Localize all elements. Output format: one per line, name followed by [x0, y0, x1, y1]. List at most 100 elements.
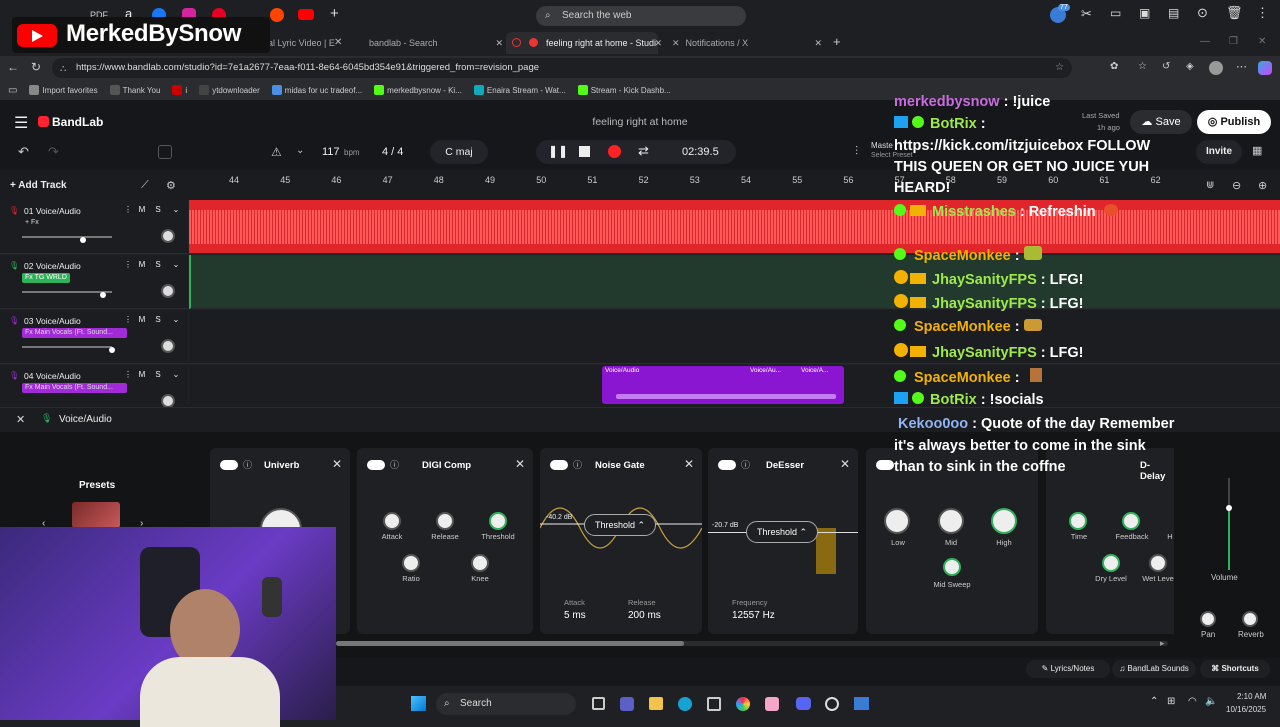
track-menu-icon[interactable]: ⋮ — [122, 315, 134, 324]
bpm-value[interactable]: 117 — [322, 146, 340, 158]
chevron-right-icon[interactable]: ▸ — [1160, 638, 1165, 649]
close-icon[interactable]: ✕ — [515, 457, 525, 471]
info-icon[interactable]: ⓘ — [243, 458, 252, 471]
teams-icon[interactable] — [620, 697, 634, 711]
track-header[interactable]: 🎙 02 Voice/Audio Fx TG WRLD M S ⋮ ⌄ — [0, 255, 188, 309]
more-icon[interactable]: ⋯ — [1236, 60, 1247, 73]
pan-knob[interactable] — [161, 229, 175, 243]
gate-threshold-control[interactable]: Threshold ⌃ — [584, 514, 656, 536]
info-icon[interactable]: ⓘ — [573, 458, 582, 471]
close-icon[interactable]: ✕ — [16, 413, 25, 426]
shortcuts-button[interactable]: ⌘ Shortcuts — [1200, 660, 1270, 678]
close-icon[interactable]: ✕ — [495, 34, 503, 52]
bookmark-item[interactable]: merkedbysnow - Ki... — [374, 85, 462, 95]
copilot-app-icon[interactable] — [736, 697, 750, 711]
fx-scrollbar-thumb[interactable] — [336, 641, 684, 646]
bookmark-item[interactable]: Import favorites — [29, 85, 98, 95]
obs-icon[interactable] — [825, 697, 839, 711]
wifi-icon[interactable]: ◠ — [1188, 696, 1197, 707]
project-title[interactable]: feeling right at home — [540, 116, 740, 128]
task-view-icon[interactable] — [592, 697, 605, 710]
mute-button[interactable]: M — [136, 260, 148, 269]
play-circle-icon[interactable]: ⊙ — [1197, 5, 1208, 21]
fx-chip[interactable]: Fx Main Vocals (Ft. Sound... — [22, 383, 127, 393]
tab-notifications[interactable]: ✕ Notifications / X ✕ — [672, 34, 822, 52]
new-tab-icon[interactable]: + — [330, 5, 339, 22]
notes-icon[interactable]: ▤ — [1168, 6, 1179, 20]
release-knob[interactable] — [436, 512, 454, 530]
preset-thumbnail[interactable] — [72, 502, 120, 528]
loop-icon[interactable]: ⇄ — [638, 143, 649, 159]
track-menu-icon[interactable]: ⋮ — [122, 260, 134, 269]
fx-chip[interactable]: Fx Main Vocals (Ft. Sound... — [22, 328, 127, 338]
track-header[interactable]: 🎙 03 Voice/Audio Fx Main Vocals (Ft. Sou… — [0, 310, 188, 364]
search-web-box[interactable]: ⌕ Search the web — [536, 6, 746, 26]
new-tab-icon[interactable]: + — [833, 34, 841, 49]
mid-sweep-knob[interactable] — [943, 558, 961, 576]
file-explorer-icon[interactable] — [649, 697, 663, 710]
bookmark-item[interactable]: Enaira Stream - Wat... — [473, 85, 566, 95]
loop-region-icon[interactable] — [158, 145, 172, 159]
wet-level-knob[interactable] — [1149, 554, 1167, 572]
windows-start-icon[interactable] — [411, 696, 426, 711]
volume-slider[interactable] — [22, 291, 112, 293]
magnet-icon[interactable]: ⋓ — [1206, 180, 1214, 191]
minimize-icon[interactable]: — — [1200, 36, 1210, 47]
chevron-down-icon[interactable]: ⌄ — [170, 260, 182, 269]
window-close-icon[interactable]: ✕ — [1258, 36, 1266, 47]
zoom-out-icon[interactable]: ⊖ — [1232, 179, 1241, 192]
mixer-icon[interactable]: ⫶ — [855, 144, 858, 159]
mute-button[interactable]: M — [136, 315, 148, 324]
close-icon[interactable]: ✕ — [334, 37, 342, 48]
print-icon[interactable]: ▭ — [1110, 6, 1121, 20]
solo-button[interactable]: S — [152, 260, 164, 269]
solo-button[interactable]: S — [152, 370, 164, 379]
track-header[interactable]: 🎙 04 Voice/Audio Fx Main Vocals (Ft. Sou… — [0, 365, 188, 408]
key-selector[interactable]: C maj — [430, 140, 488, 164]
undo-icon[interactable]: ↶ — [18, 144, 29, 160]
stop-icon[interactable] — [579, 146, 590, 157]
redo-icon[interactable]: ↷ — [48, 144, 59, 160]
bandlab-sounds-button[interactable]: ♫ BandLab Sounds — [1112, 660, 1196, 678]
restore-icon[interactable]: ❐ — [1229, 36, 1238, 47]
youtube-icon[interactable] — [298, 9, 314, 20]
time-signature[interactable]: 4 / 4 — [382, 146, 403, 158]
url-field[interactable]: ⛬ https://www.bandlab.com/studio?id=7e1a… — [52, 58, 1072, 78]
extensions-icon[interactable]: ✿ — [1110, 61, 1118, 72]
chevron-down-icon[interactable]: ⌄ — [296, 145, 304, 156]
track-header[interactable]: 🎙 01 Voice/Audio + Fx M S ⋮ ⌄ — [0, 200, 188, 254]
solo-button[interactable]: S — [152, 315, 164, 324]
bandlab-logo[interactable]: BandLab — [52, 115, 103, 129]
chevron-down-icon[interactable]: ⌄ — [170, 315, 182, 324]
volume-handle[interactable] — [80, 237, 87, 243]
bookmark-item[interactable]: ytdownloader — [199, 85, 260, 95]
deesser-threshold-control[interactable]: Threshold ⌃ — [746, 521, 818, 543]
audio-clip[interactable]: Voice/Audio Voice/Au... Voice/A... — [602, 366, 844, 404]
automation-icon[interactable]: ⟋ — [141, 179, 149, 192]
edge-icon[interactable] — [678, 697, 692, 711]
mute-button[interactable]: M — [136, 370, 148, 379]
screen-icon[interactable]: ▣ — [1139, 6, 1150, 20]
mute-button[interactable]: M — [136, 205, 148, 214]
pause-icon[interactable]: ❚❚ — [548, 144, 568, 158]
chevron-down-icon[interactable]: ⌄ — [170, 370, 182, 379]
menu-icon[interactable]: ▭ — [8, 85, 17, 96]
app-icon[interactable] — [854, 697, 869, 710]
bookmark-item[interactable]: midas for uc tradeof... — [271, 85, 362, 95]
dry-level-knob[interactable] — [1102, 554, 1120, 572]
tray-chevron-icon[interactable]: ⌃ — [1150, 696, 1158, 707]
info-icon[interactable]: ⓘ — [390, 458, 399, 471]
refresh-icon[interactable]: ↻ — [31, 60, 41, 74]
back-icon[interactable]: ← — [7, 60, 19, 74]
tab-bandlab-search[interactable]: bandlab - Search ✕ — [355, 34, 503, 52]
history-icon[interactable]: ↺ — [1162, 61, 1170, 72]
close-icon[interactable]: ✕ — [684, 457, 694, 471]
shield-icon[interactable]: ◈ — [1186, 61, 1194, 72]
reverb-knob[interactable] — [1242, 611, 1258, 627]
close-icon[interactable]: ✕ — [814, 34, 822, 52]
pan-knob[interactable] — [161, 284, 175, 298]
tab-studio[interactable]: feeling right at home - Studi ✕ — [512, 34, 664, 52]
copilot-icon[interactable] — [1258, 61, 1272, 75]
pan-knob[interactable] — [1200, 611, 1216, 627]
volume-handle[interactable] — [109, 347, 115, 353]
